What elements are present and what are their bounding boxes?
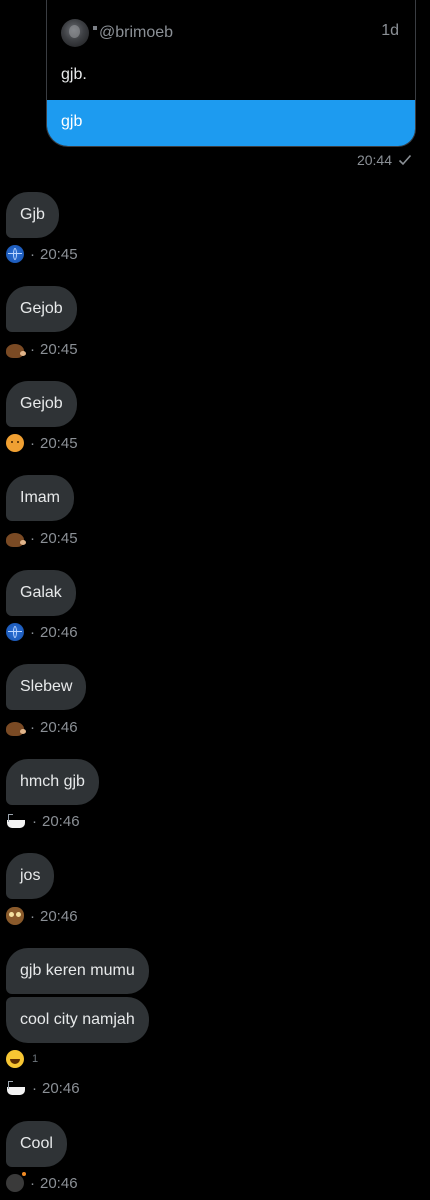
message-time: 20:45	[40, 245, 78, 263]
message-text: Cool	[20, 1135, 53, 1152]
quote-age: 1d	[381, 22, 399, 39]
message-bubble[interactable]: Imam	[6, 475, 74, 521]
sent-message-text: gjb	[61, 113, 83, 130]
message-text: hmch gjb	[20, 773, 85, 790]
message-text: cool city namjah	[20, 1011, 135, 1028]
quoted-message-card[interactable]: @brimoeb 1d gjb. gjb	[46, 0, 416, 147]
message-bubble[interactable]: jos	[6, 853, 55, 899]
message-meta: · 20:45	[6, 339, 78, 359]
badge-icon	[93, 26, 97, 30]
separator: ·	[30, 529, 35, 547]
message-bubble[interactable]: Gjb	[6, 192, 59, 238]
message-time: 20:45	[40, 529, 78, 547]
separator: ·	[32, 812, 37, 830]
message-bubble[interactable]: Cool	[6, 1121, 67, 1167]
owl-icon[interactable]	[6, 907, 24, 925]
message-text: Imam	[20, 489, 60, 506]
bathtub-icon[interactable]	[6, 812, 26, 830]
message-time: 20:46	[40, 718, 78, 736]
message-text: gjb keren mumu	[20, 962, 135, 979]
message-bubble[interactable]: Slebew	[6, 664, 87, 710]
bathtub-icon[interactable]	[6, 1079, 26, 1097]
dog-face-icon[interactable]	[6, 434, 24, 452]
message-meta: · 20:45	[6, 528, 78, 548]
separator: ·	[30, 718, 35, 736]
separator: ·	[30, 1174, 35, 1192]
sent-time: 20:44	[356, 152, 392, 168]
message-time: 20:46	[40, 1174, 78, 1192]
message-text: Gejob	[20, 395, 63, 412]
quote-text: gjb.	[61, 66, 87, 83]
message-meta: · 20:45	[6, 433, 78, 453]
globe-icon[interactable]	[6, 623, 24, 641]
message-time: 20:46	[42, 1079, 80, 1097]
message-text: Gejob	[20, 300, 63, 317]
globe-icon[interactable]	[6, 245, 24, 263]
message-bubble[interactable]: cool city namjah	[6, 997, 149, 1043]
message-meta: · 20:46	[6, 1172, 78, 1193]
message-bubble[interactable]: Gejob	[6, 381, 77, 427]
message-text: Slebew	[20, 678, 73, 695]
message-text: jos	[20, 867, 41, 884]
separator: ·	[32, 1079, 37, 1097]
separator: ·	[30, 340, 35, 358]
avatar[interactable]	[61, 19, 89, 47]
message-meta: · 20:46	[6, 622, 78, 642]
message-meta: · 20:46	[6, 811, 80, 831]
message-reaction[interactable]: 1	[6, 1049, 38, 1069]
sent-meta: 20:44	[357, 152, 412, 168]
reaction-count: 1	[32, 1053, 39, 1065]
quote-header: @brimoeb	[61, 18, 173, 48]
hedgehog-icon[interactable]	[6, 722, 26, 736]
separator: ·	[30, 434, 35, 452]
laughing-face-icon	[6, 1050, 24, 1068]
message-time: 20:45	[40, 434, 78, 452]
separator: ·	[30, 245, 35, 263]
separator: ·	[30, 907, 35, 925]
sent-message-bubble[interactable]: gjb	[47, 100, 415, 146]
message-meta: · 20:45	[6, 244, 78, 264]
message-text: Galak	[20, 584, 62, 601]
message-meta: · 20:46	[6, 717, 78, 737]
separator: ·	[30, 623, 35, 641]
message-bubble[interactable]: Galak	[6, 570, 76, 616]
message-bubble[interactable]: hmch gjb	[6, 759, 99, 805]
message-time: 20:46	[42, 812, 80, 830]
message-bubble[interactable]: Gejob	[6, 286, 77, 332]
message-time: 20:45	[40, 340, 78, 358]
check-icon	[398, 154, 412, 166]
message-bubble[interactable]: gjb keren mumu	[6, 948, 149, 994]
quote-handle[interactable]: @brimoeb	[99, 24, 173, 42]
message-time: 20:46	[40, 907, 78, 925]
bomb-icon[interactable]	[6, 1172, 26, 1192]
message-time: 20:46	[40, 623, 78, 641]
message-meta: · 20:46	[6, 1078, 80, 1098]
message-text: Gjb	[20, 206, 45, 223]
hedgehog-icon[interactable]	[6, 533, 26, 547]
message-meta: · 20:46	[6, 906, 78, 926]
hedgehog-icon[interactable]	[6, 344, 26, 358]
